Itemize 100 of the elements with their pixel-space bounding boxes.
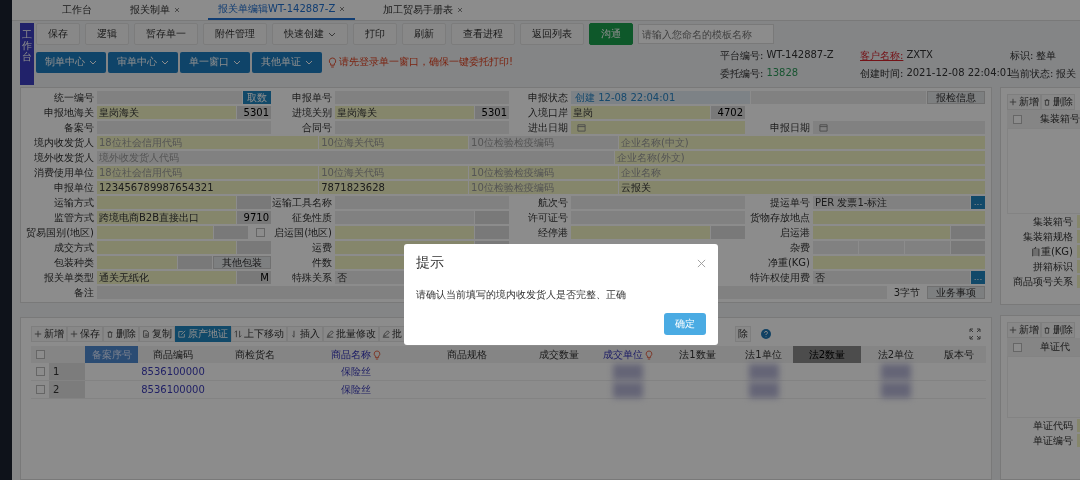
toolbar-button[interactable]: 批 <box>379 326 405 342</box>
fetch-button[interactable]: 取数 <box>243 91 271 104</box>
code-field[interactable] <box>475 226 509 239</box>
toolbar-button[interactable]: 逻辑 <box>85 23 129 45</box>
nav-dropdown-button[interactable]: 单一窗口 <box>180 51 250 73</box>
input-field[interactable]: 云报关 <box>618 181 985 194</box>
input-field[interactable]: 跨境电商B2B直接出口 <box>97 211 236 224</box>
code-field[interactable] <box>237 241 271 254</box>
input-field[interactable]: 否 <box>813 271 970 284</box>
date-field[interactable] <box>813 121 985 134</box>
input-field[interactable] <box>97 196 236 209</box>
tab[interactable]: 工作台 <box>52 0 102 20</box>
toolbar-button[interactable]: 新增 <box>31 326 67 342</box>
toolbar-button[interactable]: 保存 <box>36 23 80 45</box>
more-button[interactable]: ... <box>971 196 985 209</box>
input-field[interactable] <box>335 226 474 239</box>
input-field[interactable] <box>813 226 950 239</box>
nav-dropdown-button[interactable]: 审单中心 <box>108 51 178 73</box>
input-field[interactable]: 通关无纸化 <box>97 271 236 284</box>
code-field[interactable]: 9710 <box>237 211 271 224</box>
input-field[interactable] <box>571 226 710 239</box>
toolbar-button[interactable]: 新增 <box>1007 94 1041 110</box>
column-header[interactable]: 法1单位 <box>734 346 793 363</box>
code-field[interactable] <box>237 196 271 209</box>
form-button[interactable]: 报检信息 <box>927 91 985 104</box>
nav-dropdown-button[interactable]: 制单中心 <box>36 51 106 73</box>
toolbar-button[interactable]: 删除 <box>1041 94 1075 110</box>
close-icon[interactable] <box>697 258 706 268</box>
code-field[interactable]: 4702 <box>711 106 745 119</box>
date-field[interactable] <box>571 121 745 134</box>
side-badge[interactable]: 工作台 <box>20 23 34 85</box>
checkbox[interactable] <box>1013 114 1022 124</box>
plus-icon <box>70 330 78 338</box>
checkbox[interactable] <box>255 228 265 237</box>
toolbar-button[interactable]: 打印 <box>353 23 397 45</box>
code-field[interactable] <box>214 226 248 239</box>
checkbox[interactable] <box>35 385 45 394</box>
toolbar-button[interactable]: 复制 <box>139 326 175 342</box>
column-header[interactable]: 法2单位 <box>861 346 931 363</box>
code-field[interactable] <box>711 226 745 239</box>
tab[interactable]: 报关制单 <box>120 0 190 20</box>
input-field[interactable] <box>97 256 177 269</box>
tab[interactable]: 报关单编辑WT-142887-Z <box>208 0 356 20</box>
toolbar-button[interactable]: 除 <box>735 326 751 342</box>
input-field[interactable] <box>97 226 213 239</box>
column-header[interactable]: 商品规格 <box>411 346 523 363</box>
confirm-button[interactable]: 确定 <box>664 313 706 335</box>
input-field[interactable] <box>813 256 985 269</box>
input-field[interactable] <box>97 91 242 104</box>
code-field[interactable]: 5301 <box>237 106 271 119</box>
toolbar-button[interactable]: 上下移动 <box>231 326 287 342</box>
toolbar-button[interactable]: 原产地证 <box>175 326 231 342</box>
toolbar-button[interactable]: 附件管理 <box>203 23 267 45</box>
toolbar-button[interactable]: 刷新 <box>402 23 446 45</box>
code-field[interactable]: M <box>237 271 271 284</box>
close-icon[interactable] <box>339 6 346 12</box>
column-header[interactable]: 法2数量 <box>793 346 861 363</box>
column-header[interactable]: 成交数量 <box>523 346 594 363</box>
toolbar-button[interactable]: 返回列表 <box>520 23 584 45</box>
input-field[interactable] <box>751 91 926 104</box>
toolbar-button[interactable]: 保存 <box>67 326 103 342</box>
expand-icon[interactable] <box>969 328 981 340</box>
column-header[interactable]: 成交单位 <box>594 346 661 363</box>
code-field[interactable] <box>951 226 985 239</box>
input-field[interactable]: PER 发票1-标注 <box>813 196 970 209</box>
toolbar-button[interactable]: 沟通 <box>589 23 633 45</box>
toolbar-button[interactable]: 删除 <box>103 326 139 342</box>
toolbar-button[interactable]: 新增 <box>1007 322 1041 338</box>
checkbox[interactable] <box>1013 342 1022 352</box>
code-field[interactable]: 5301 <box>475 106 509 119</box>
checkbox[interactable] <box>35 367 45 376</box>
more-button[interactable]: ... <box>971 271 985 284</box>
close-icon[interactable] <box>174 7 180 13</box>
input-field[interactable] <box>813 211 985 224</box>
nav-dropdown-button[interactable]: 其他单证 <box>252 51 322 73</box>
column-header[interactable]: 版本号 <box>931 346 986 363</box>
column-header[interactable]: 商检货名 <box>208 346 301 363</box>
close-icon[interactable] <box>457 7 464 13</box>
tab[interactable]: 加工贸易手册表 <box>373 0 474 20</box>
toolbar-button[interactable]: 批量修改 <box>323 326 379 342</box>
toolbar-button[interactable]: 暂存单一 <box>134 23 198 45</box>
help-icon[interactable] <box>761 329 771 339</box>
dropdown-button[interactable]: 快速创建 <box>272 23 348 45</box>
input-field[interactable]: 皇岗海关 <box>97 106 236 119</box>
toolbar-button[interactable]: 查看进程 <box>451 23 515 45</box>
column-header[interactable]: 法1数量 <box>661 346 734 363</box>
form-button[interactable]: 业务事项 <box>927 286 985 299</box>
input-field[interactable]: 7871823628 <box>319 181 469 194</box>
toolbar-button[interactable]: 删除 <box>1041 322 1075 338</box>
input-field[interactable]: 皇岗 <box>571 106 710 119</box>
form-button[interactable]: 其他包装 <box>213 256 271 269</box>
column-header[interactable]: 商品名称 <box>301 346 411 363</box>
checkbox[interactable] <box>35 350 45 359</box>
input-field[interactable] <box>97 241 236 254</box>
input-field[interactable]: 123456789987654321 <box>97 181 319 194</box>
template-name-field[interactable]: 请输入您命名的模板名称 <box>638 24 774 44</box>
code-field[interactable] <box>178 256 212 269</box>
column-header[interactable]: 商品编码 <box>138 346 208 363</box>
toolbar-button[interactable]: 插入 <box>287 326 323 342</box>
input-field[interactable]: 皇岗海关 <box>335 106 474 119</box>
